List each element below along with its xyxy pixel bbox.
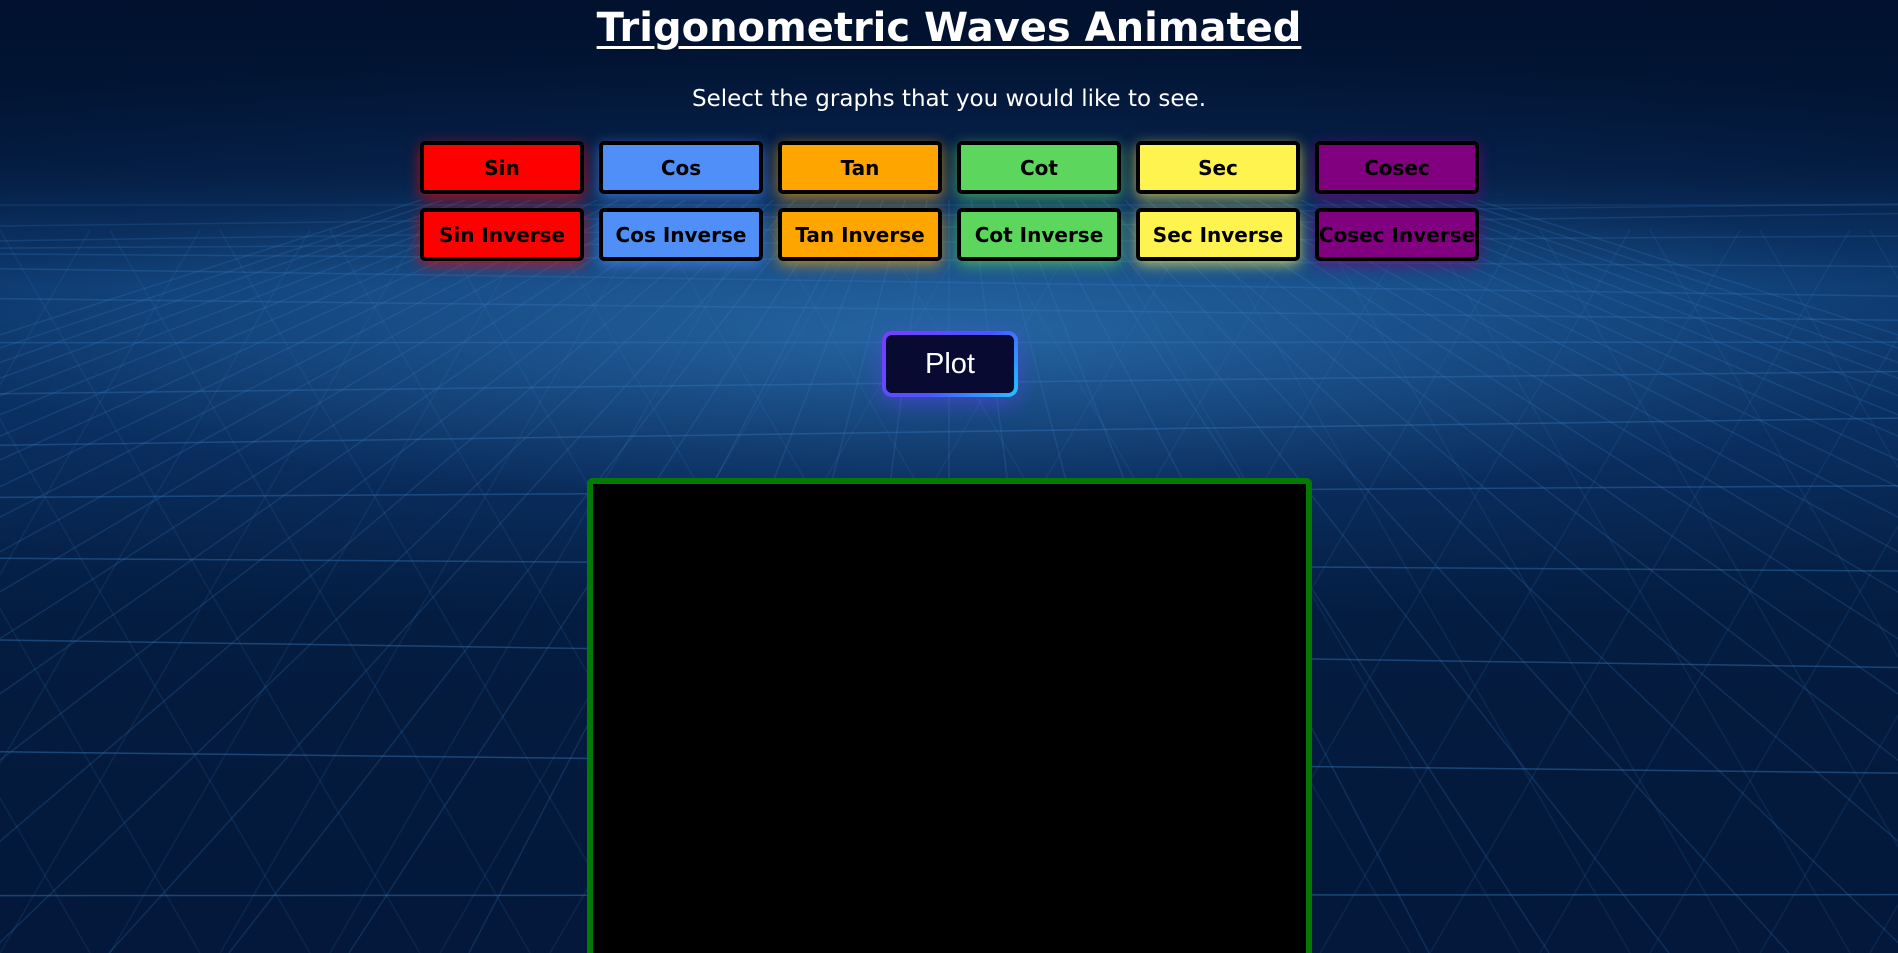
plot-button[interactable]: Plot (882, 331, 1018, 397)
function-button-grid: Sin Cos Tan Cot Sec Cosec Sin Inverse Co… (420, 141, 1480, 261)
cosec-button[interactable]: Cosec (1315, 141, 1479, 194)
sec-inverse-button[interactable]: Sec Inverse (1136, 208, 1300, 261)
page-subtitle: Select the graphs that you would like to… (691, 86, 1207, 112)
cot-button[interactable]: Cot (957, 141, 1121, 194)
sin-button[interactable]: Sin (420, 141, 584, 194)
sec-button[interactable]: Sec (1136, 141, 1300, 194)
cot-inverse-button[interactable]: Cot Inverse (957, 208, 1121, 261)
sin-inverse-button[interactable]: Sin Inverse (420, 208, 584, 261)
page-title: Trigonometric Waves Animated (596, 5, 1302, 51)
cos-inverse-button[interactable]: Cos Inverse (599, 208, 763, 261)
cosec-inverse-button[interactable]: Cosec Inverse (1315, 208, 1479, 261)
tan-inverse-button[interactable]: Tan Inverse (778, 208, 942, 261)
cos-button[interactable]: Cos (599, 141, 763, 194)
graph-canvas (587, 478, 1312, 953)
tan-button[interactable]: Tan (778, 141, 942, 194)
